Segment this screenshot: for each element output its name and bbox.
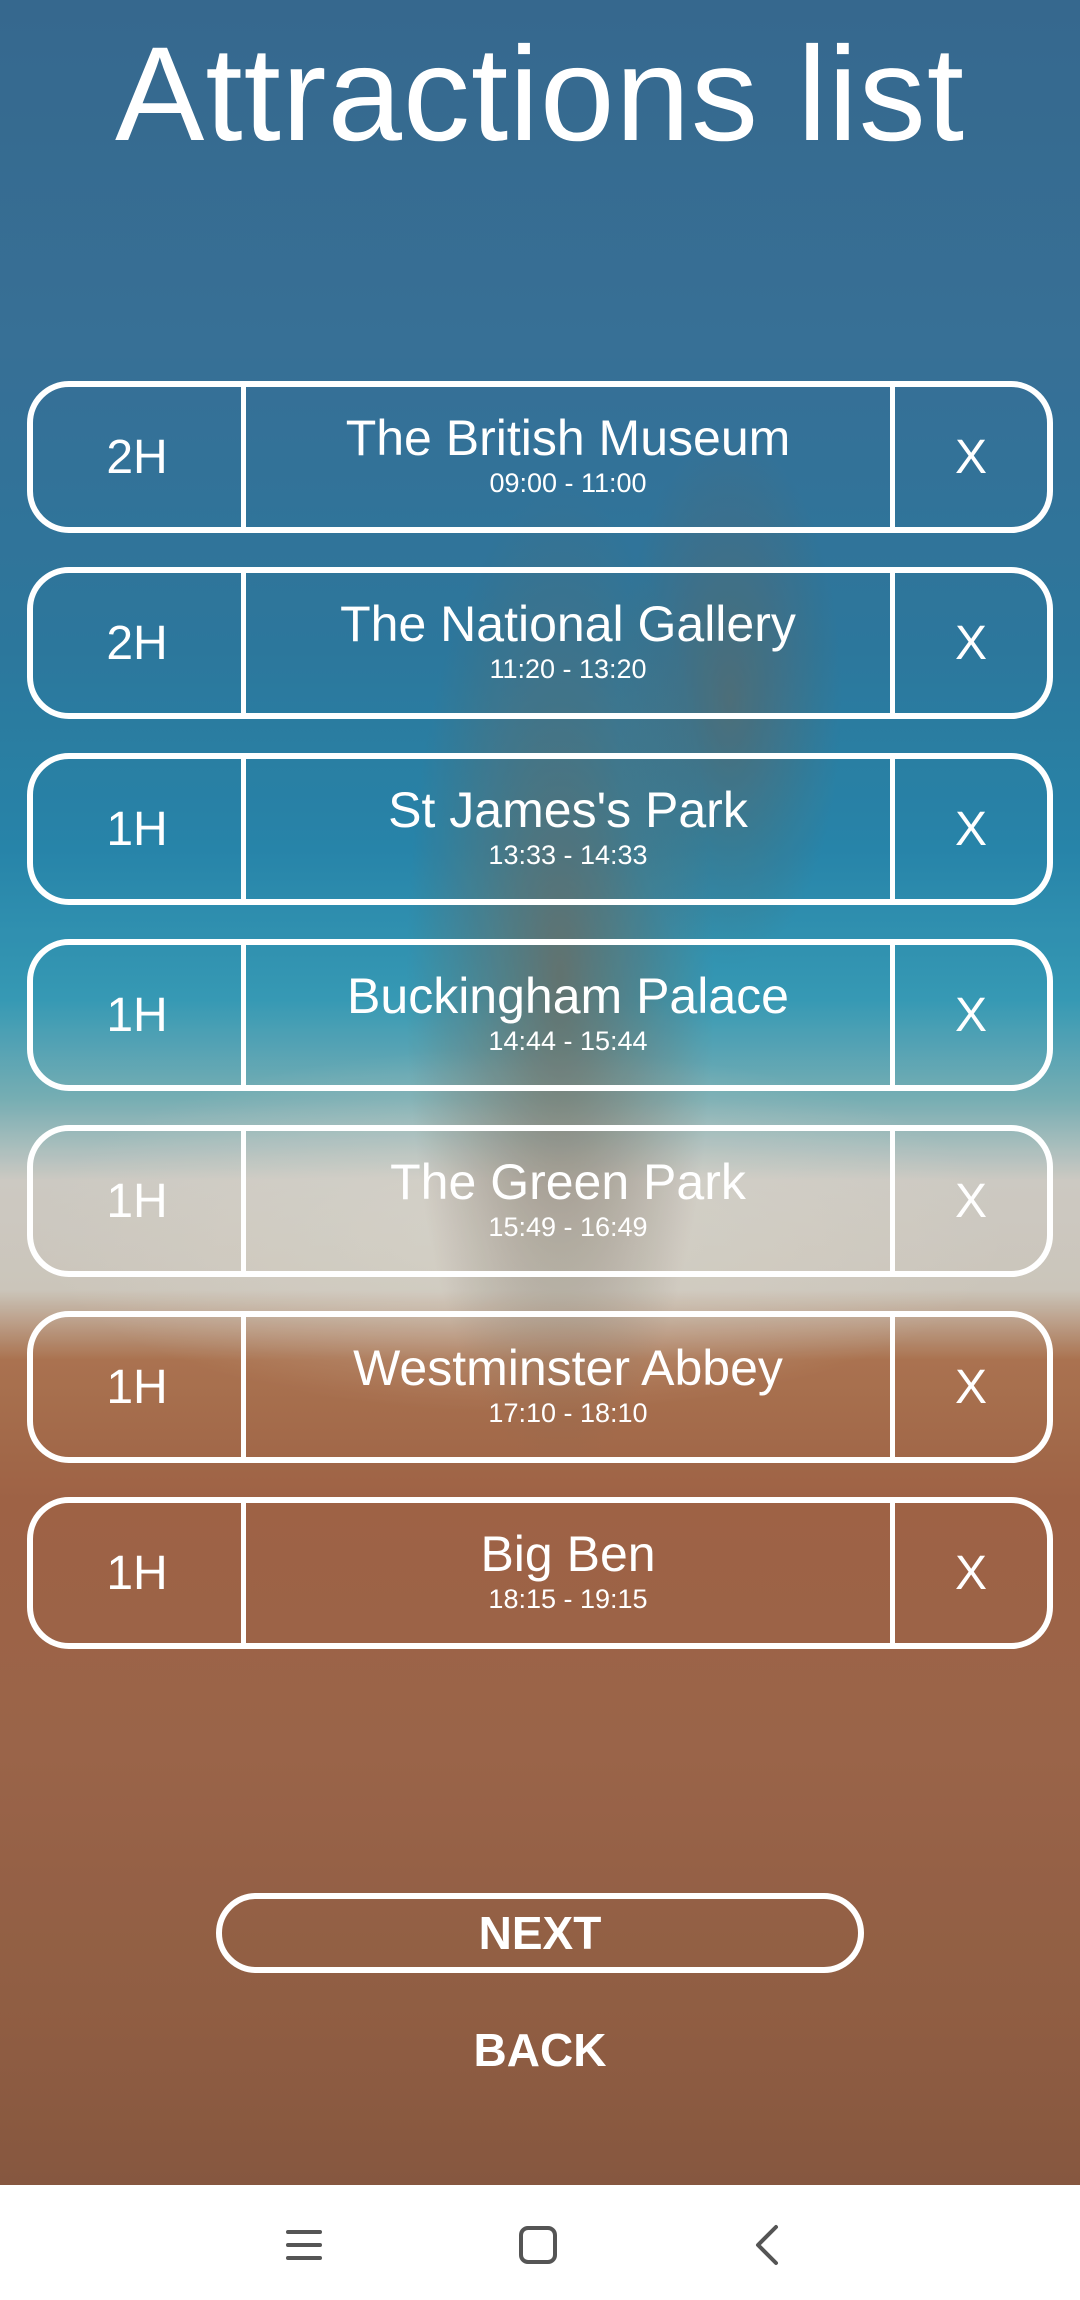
menu-icon[interactable] [274,2215,334,2275]
attraction-duration: 1H [33,1317,246,1457]
remove-attraction-button[interactable]: X [895,1317,1047,1457]
attraction-time: 13:33 - 14:33 [488,840,648,870]
attraction-time: 17:10 - 18:10 [488,1398,648,1428]
attraction-duration: 1H [33,1503,246,1643]
attraction-info[interactable]: The British Museum 09:00 - 11:00 [246,387,895,527]
attraction-name: The National Gallery [340,596,796,652]
page-title: Attractions list [114,20,966,169]
attraction-duration: 1H [33,759,246,899]
attraction-row: 1H Big Ben 18:15 - 19:15 X [27,1497,1053,1649]
attractions-screen: Attractions list 2H The British Museum 0… [0,0,1080,2300]
attraction-row: 2H The British Museum 09:00 - 11:00 X [27,381,1053,533]
remove-attraction-button[interactable]: X [895,945,1047,1085]
attraction-row: 2H The National Gallery 11:20 - 13:20 X [27,567,1053,719]
attraction-name: Buckingham Palace [347,968,789,1024]
attraction-info[interactable]: The Green Park 15:49 - 16:49 [246,1131,895,1271]
remove-attraction-button[interactable]: X [895,387,1047,527]
attraction-time: 14:44 - 15:44 [488,1026,648,1056]
next-button[interactable]: NEXT [216,1893,864,1973]
attraction-row: 1H St James's Park 13:33 - 14:33 X [27,753,1053,905]
attractions-list: 2H The British Museum 09:00 - 11:00 X 2H… [27,381,1053,1683]
attraction-info[interactable]: Westminster Abbey 17:10 - 18:10 [246,1317,895,1457]
attraction-info[interactable]: Big Ben 18:15 - 19:15 [246,1503,895,1643]
back-icon[interactable] [738,2215,798,2275]
attraction-time: 11:20 - 13:20 [489,654,647,684]
attraction-name: Big Ben [480,1526,656,1582]
attraction-row: 1H The Green Park 15:49 - 16:49 X [27,1125,1053,1277]
remove-attraction-button[interactable]: X [895,573,1047,713]
attraction-duration: 1H [33,945,246,1085]
attraction-time: 09:00 - 11:00 [489,468,647,498]
home-icon[interactable] [508,2215,568,2275]
attraction-duration: 2H [33,573,246,713]
attraction-name: The Green Park [390,1154,746,1210]
attraction-time: 15:49 - 16:49 [488,1212,648,1242]
attraction-info[interactable]: St James's Park 13:33 - 14:33 [246,759,895,899]
attraction-duration: 1H [33,1131,246,1271]
remove-attraction-button[interactable]: X [895,1503,1047,1643]
system-navigation-bar [0,2185,1080,2300]
attraction-row: 1H Buckingham Palace 14:44 - 15:44 X [27,939,1053,1091]
attraction-name: The British Museum [345,410,791,466]
attraction-time: 18:15 - 19:15 [488,1584,648,1614]
attraction-name: Westminster Abbey [353,1340,783,1396]
attraction-info[interactable]: Buckingham Palace 14:44 - 15:44 [246,945,895,1085]
attraction-row: 1H Westminster Abbey 17:10 - 18:10 X [27,1311,1053,1463]
back-button[interactable]: BACK [340,2015,740,2085]
remove-attraction-button[interactable]: X [895,1131,1047,1271]
attraction-name: St James's Park [388,782,748,838]
attraction-duration: 2H [33,387,246,527]
remove-attraction-button[interactable]: X [895,759,1047,899]
attraction-info[interactable]: The National Gallery 11:20 - 13:20 [246,573,895,713]
